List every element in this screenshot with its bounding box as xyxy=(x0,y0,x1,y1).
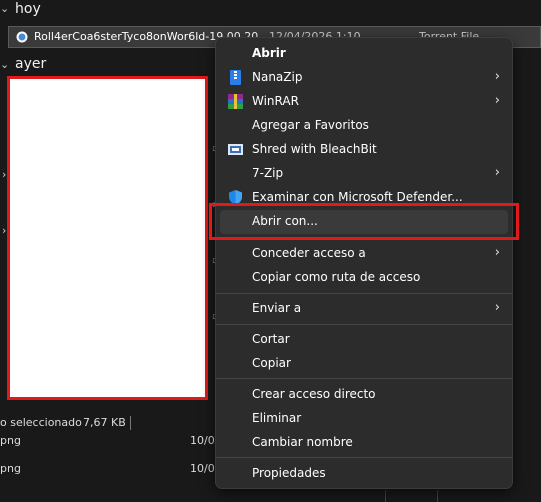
bleachbit-icon xyxy=(228,144,243,155)
winrar-icon xyxy=(228,94,243,109)
menu-item-7zip[interactable]: 7-Zip › xyxy=(216,162,512,186)
menu-divider xyxy=(216,293,512,294)
menu-item-winrar[interactable]: WinRAR › xyxy=(216,90,512,114)
menu-item-enviar-a[interactable]: Enviar a › xyxy=(216,297,512,321)
group-header-today[interactable]: hoy xyxy=(15,1,41,17)
torrent-file-icon xyxy=(16,31,28,43)
redacted-region xyxy=(7,76,208,400)
chevron-right-icon[interactable]: › xyxy=(2,224,6,237)
status-selected: o seleccionado xyxy=(0,416,82,429)
submenu-arrow-icon: › xyxy=(494,165,500,180)
menu-divider xyxy=(216,378,512,379)
submenu-arrow-icon: › xyxy=(494,245,500,260)
chevron-right-icon[interactable]: › xyxy=(2,168,6,181)
submenu-arrow-icon: › xyxy=(494,69,500,84)
menu-item-eliminar[interactable]: Eliminar xyxy=(216,407,512,431)
list-item-name: png xyxy=(0,462,21,475)
menu-item-copiar-ruta[interactable]: Copiar como ruta de acceso xyxy=(216,266,512,290)
menu-item-agregar-favoritos[interactable]: Agregar a Favoritos xyxy=(216,114,512,138)
collapse-chevron-icon[interactable]: ⌄ xyxy=(0,2,9,15)
menu-item-propiedades[interactable]: Propiedades xyxy=(216,462,512,486)
menu-item-abrir[interactable]: Abrir xyxy=(216,42,512,66)
menu-item-bleachbit[interactable]: Shred with BleachBit xyxy=(216,138,512,162)
status-size: 7,67 KB xyxy=(83,416,126,429)
submenu-arrow-icon: › xyxy=(494,93,500,108)
menu-item-copiar[interactable]: Copiar xyxy=(216,352,512,376)
submenu-arrow-icon: › xyxy=(494,300,500,315)
menu-divider xyxy=(216,324,512,325)
menu-item-cambiar-nombre[interactable]: Cambiar nombre xyxy=(216,431,512,455)
list-item[interactable]: png 10/04 xyxy=(0,462,222,475)
group-header-yesterday[interactable]: ayer xyxy=(15,56,46,72)
menu-item-crear-acceso-directo[interactable]: Crear acceso directo xyxy=(216,383,512,407)
menu-item-cortar[interactable]: Cortar xyxy=(216,328,512,352)
menu-divider xyxy=(216,457,512,458)
menu-item-nanazip[interactable]: NanaZip › xyxy=(216,66,512,90)
status-bar: o seleccionado 7,67 KB xyxy=(0,416,131,430)
list-item[interactable]: png 10/04 xyxy=(0,434,222,447)
collapse-chevron-icon[interactable]: ⌄ xyxy=(0,58,9,71)
column-divider[interactable] xyxy=(437,490,438,502)
context-menu: Abrir NanaZip › WinRAR › Agregar a Favor… xyxy=(215,37,513,489)
column-divider[interactable] xyxy=(385,490,386,502)
annotation-highlight-box xyxy=(209,203,519,240)
menu-item-conceder-acceso[interactable]: Conceder acceso a › xyxy=(216,242,512,266)
list-item-name: png xyxy=(0,434,21,447)
nanazip-icon xyxy=(230,70,241,85)
status-separator xyxy=(130,416,131,430)
